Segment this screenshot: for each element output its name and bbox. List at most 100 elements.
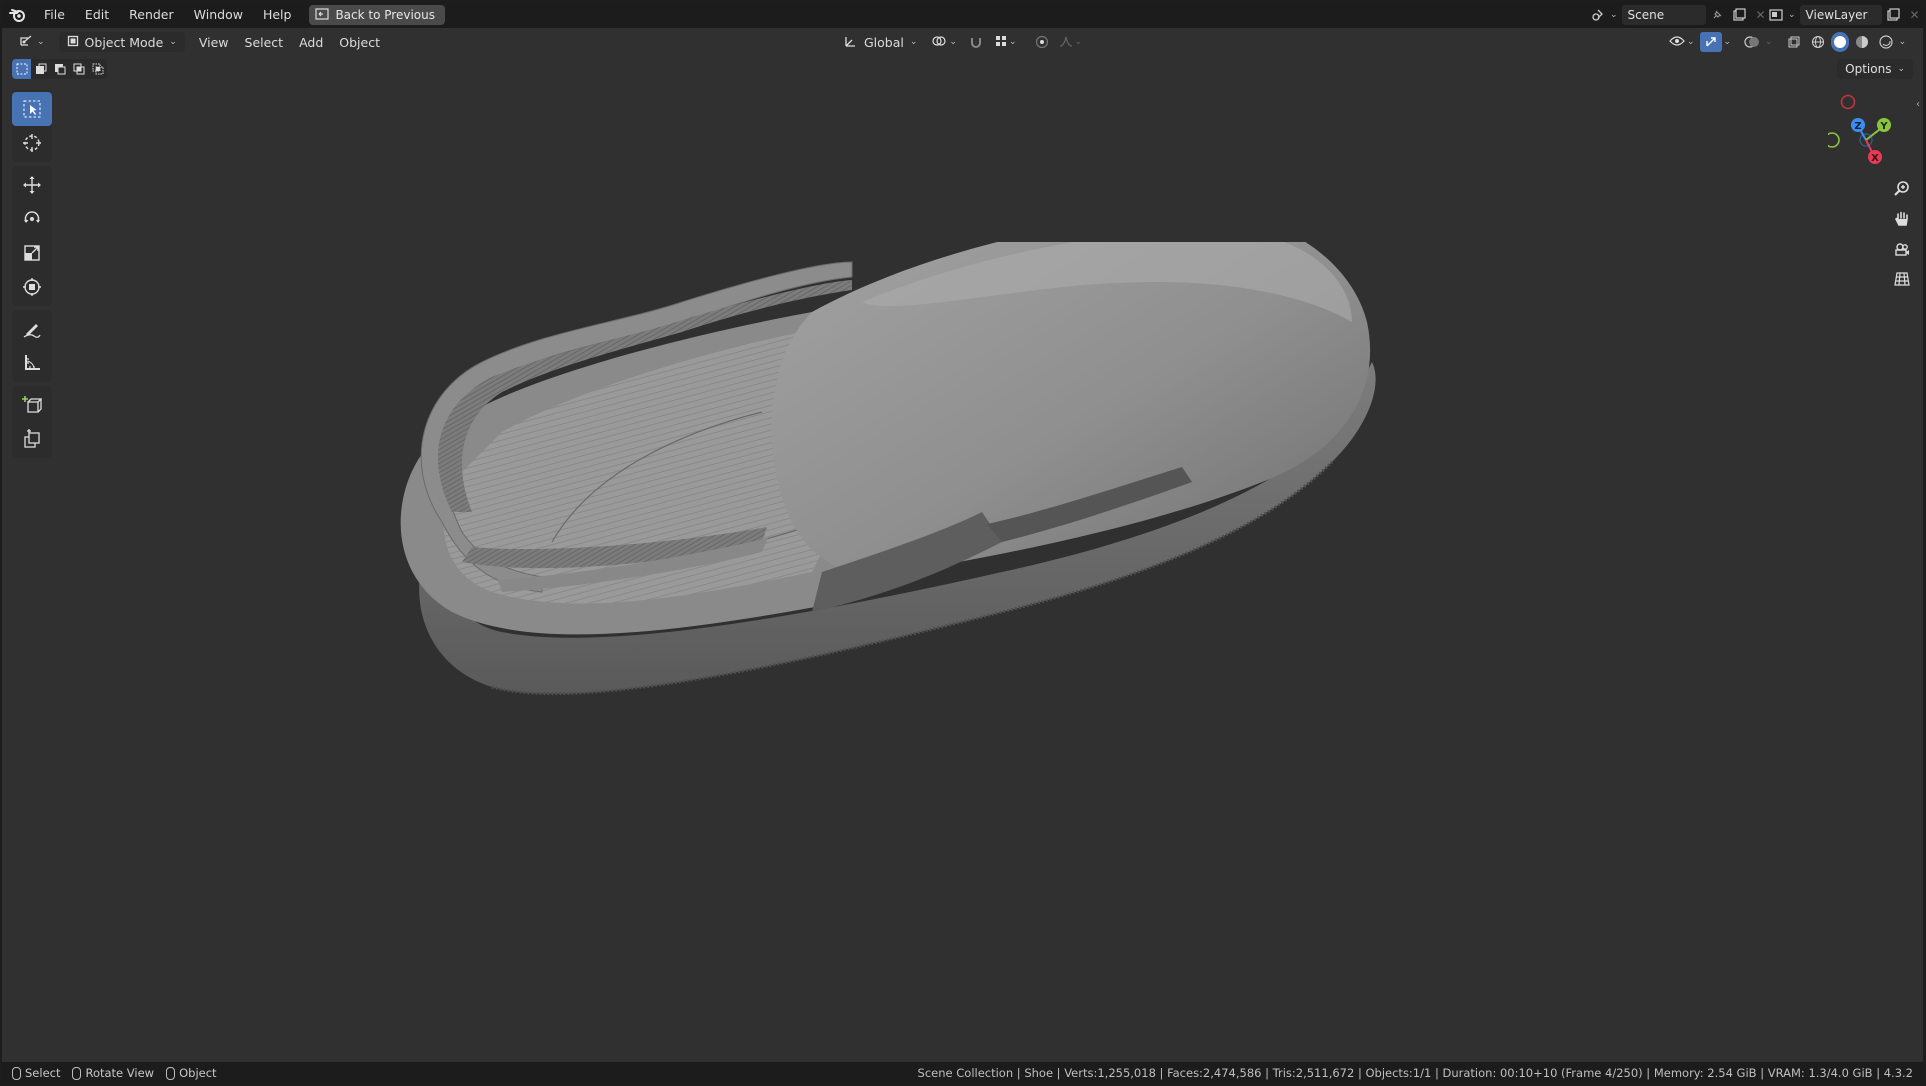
viewport-header: ⌄ Object Mode ⌄ View Select Add Object G… xyxy=(2,29,1923,55)
menu-edit[interactable]: Edit xyxy=(75,4,119,26)
orientation-label: Global xyxy=(864,34,904,50)
snap-toggle-icon[interactable] xyxy=(965,32,987,52)
select-box-tool-icon[interactable] xyxy=(12,92,52,126)
select-extend-icon[interactable] xyxy=(31,59,50,79)
visibility-dropdown[interactable]: ⌄ xyxy=(1666,32,1698,52)
menu-object[interactable]: Object xyxy=(331,32,388,52)
select-new-icon[interactable] xyxy=(12,59,31,79)
tool-shelf xyxy=(12,90,52,462)
status-hint-rotate: Rotate View xyxy=(72,1066,154,1080)
pin-icon[interactable] xyxy=(1706,5,1728,25)
editor-type-icon xyxy=(18,34,34,51)
view-layer-browse-icon[interactable] xyxy=(1766,5,1788,25)
middle-mouse-icon xyxy=(72,1066,82,1080)
scene-statistics: Scene Collection | Shoe | Verts:1,255,01… xyxy=(917,1066,1913,1080)
camera-view-icon[interactable] xyxy=(1887,234,1917,264)
cursor-tool-icon[interactable] xyxy=(12,126,52,160)
svg-text:Z: Z xyxy=(1854,121,1861,132)
chevron-down-icon: ⌄ xyxy=(1074,37,1083,47)
scene-name-field[interactable]: Scene xyxy=(1621,5,1706,25)
scale-tool-icon[interactable] xyxy=(12,236,52,270)
status-bar: Select Rotate View Object Scene Collecti… xyxy=(2,1062,1923,1084)
chevron-down-icon: ⌄ xyxy=(37,37,45,47)
chevron-down-icon: ⌄ xyxy=(1610,10,1618,20)
rendered-shading-icon[interactable] xyxy=(1875,32,1897,52)
status-hints: Select Rotate View Object xyxy=(2,1066,217,1080)
wireframe-shading-icon[interactable] xyxy=(1807,32,1829,52)
solid-shading-icon[interactable] xyxy=(1830,32,1849,52)
viewport-display-controls: ⌄ ⌄ ⌄ ⌄ xyxy=(1666,32,1906,52)
menu-view[interactable]: View xyxy=(191,32,237,52)
shoe-3d-model[interactable] xyxy=(382,242,1442,802)
chevron-down-icon[interactable]: ⌄ xyxy=(1765,37,1773,47)
new-scene-icon[interactable] xyxy=(1728,5,1750,25)
tool-group-transform xyxy=(12,166,52,306)
delete-view-layer-icon[interactable]: ✕ xyxy=(1904,5,1923,25)
transform-orientation-dropdown[interactable]: Global ⌄ xyxy=(838,32,923,52)
back-to-previous-label: Back to Previous xyxy=(335,8,435,22)
blender-logo-icon[interactable] xyxy=(2,2,34,28)
menu-select[interactable]: Select xyxy=(237,32,292,52)
annotate-tool-icon[interactable] xyxy=(12,312,52,346)
zoom-icon[interactable] xyxy=(1887,174,1917,204)
view-layer-name-field[interactable]: ViewLayer xyxy=(1799,5,1882,25)
scene-browse-icon[interactable] xyxy=(1588,5,1610,25)
negative-y-axis-handle xyxy=(1824,132,1840,148)
extrude-tool-icon[interactable] xyxy=(12,422,52,456)
snap-target-dropdown[interactable]: ⌄ xyxy=(991,32,1021,52)
new-view-layer-icon[interactable] xyxy=(1882,5,1904,25)
chevron-down-icon: ⌄ xyxy=(909,37,918,47)
xray-toggle-icon[interactable] xyxy=(1783,32,1805,52)
proportional-editing-icon[interactable] xyxy=(1031,32,1053,52)
negative-x-axis-handle xyxy=(1840,94,1856,110)
chevron-down-icon: ⌄ xyxy=(1008,37,1017,47)
status-hint-select-label: Select xyxy=(25,1066,61,1080)
menu-window[interactable]: Window xyxy=(184,4,253,26)
falloff-dropdown[interactable]: ⌄ xyxy=(1057,32,1085,52)
pivot-point-dropdown[interactable]: ⌄ xyxy=(927,32,961,52)
svg-text:Y: Y xyxy=(1879,121,1888,132)
navigation-gizmo[interactable]: Z Y X xyxy=(1824,86,1920,174)
right-mouse-icon xyxy=(166,1066,176,1080)
screen-icon xyxy=(315,7,330,23)
select-difference-icon[interactable] xyxy=(69,59,88,79)
rotate-tool-icon[interactable] xyxy=(12,202,52,236)
falloff-curve-icon xyxy=(1059,35,1073,50)
gizmo-toggle-icon[interactable] xyxy=(1699,32,1722,52)
left-mouse-icon xyxy=(12,1066,21,1080)
overlays-toggle-icon[interactable] xyxy=(1741,32,1763,52)
menu-help[interactable]: Help xyxy=(253,4,302,26)
chevron-down-icon: ⌄ xyxy=(949,37,957,47)
scene-selector: ⌄ Scene ✕ xyxy=(1588,4,1772,26)
material-preview-icon[interactable] xyxy=(1851,32,1873,52)
chevron-down-icon[interactable]: ⌄ xyxy=(1724,37,1732,47)
chevron-down-icon: ⌄ xyxy=(169,37,177,47)
move-tool-icon[interactable] xyxy=(12,168,52,202)
transform-tool-icon[interactable] xyxy=(12,270,52,304)
chevron-down-icon: ⌄ xyxy=(1897,64,1905,74)
select-intersect-icon[interactable] xyxy=(88,59,107,79)
menu-add[interactable]: Add xyxy=(291,32,331,52)
add-cube-tool-icon[interactable] xyxy=(12,388,52,422)
status-hint-rotate-label: Rotate View xyxy=(85,1066,155,1080)
options-dropdown[interactable]: Options ⌄ xyxy=(1837,59,1913,79)
menu-file[interactable]: File xyxy=(34,4,75,26)
status-hint-select: Select xyxy=(12,1066,60,1080)
menu-render[interactable]: Render xyxy=(119,4,184,26)
chevron-down-icon[interactable]: ⌄ xyxy=(1899,37,1907,47)
eye-icon xyxy=(1669,35,1685,50)
status-hint-object: Object xyxy=(166,1066,217,1080)
editor-type-button[interactable]: ⌄ xyxy=(10,32,53,52)
tool-group-annotate xyxy=(12,310,52,382)
sidebar-toggle-icon[interactable]: ‹ xyxy=(1916,99,1920,110)
top-menu-bar: File Edit Render Window Help Back to Pre… xyxy=(2,2,1923,28)
object-mode-dropdown[interactable]: Object Mode ⌄ xyxy=(58,32,185,52)
transform-controls: Global ⌄ ⌄ ⌄ ⌄ xyxy=(838,32,1084,52)
back-to-previous-button[interactable]: Back to Previous xyxy=(309,5,445,25)
perspective-grid-icon[interactable] xyxy=(1887,264,1917,294)
snap-grid-icon xyxy=(995,35,1007,50)
measure-tool-icon[interactable] xyxy=(12,346,52,380)
select-subtract-icon[interactable] xyxy=(50,59,69,79)
object-mode-icon xyxy=(67,35,79,50)
pan-hand-icon[interactable] xyxy=(1887,204,1917,234)
